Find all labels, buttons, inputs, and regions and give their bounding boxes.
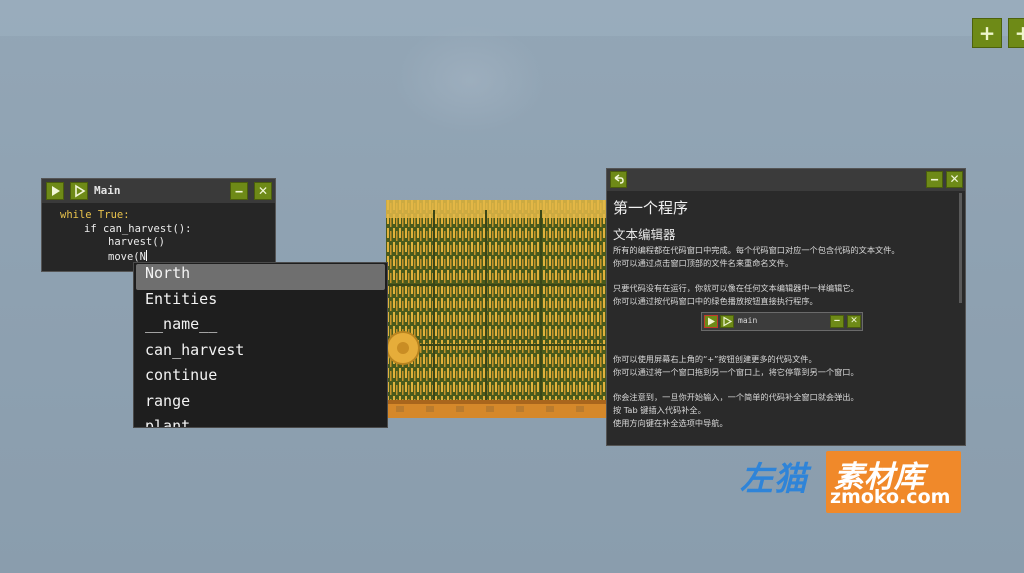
watermark-logo: 左猫 素材库 zmoko.com (738, 448, 968, 514)
back-arrow-icon (614, 174, 624, 184)
doc-text: 你可以使用屏幕右上角的“+”按钮创建更多的代码文件。 (613, 354, 817, 364)
play-outline-icon (75, 184, 86, 198)
watermark-text-left: 左猫 (740, 459, 808, 498)
example-step-button (720, 315, 734, 328)
plus-icon-2: + (1014, 21, 1024, 45)
sky-band (0, 0, 1024, 36)
farm-field (386, 200, 606, 418)
step-button[interactable] (70, 182, 88, 200)
autocomplete-popup[interactable]: North Entities __name__ can_harvest cont… (133, 262, 388, 428)
doc-text: 你会注意到，一旦你开始输入，一个简单的代码补全窗口就会弹出。 (613, 392, 859, 402)
autocomplete-item[interactable]: range (134, 392, 387, 418)
autocomplete-item[interactable]: plant (134, 417, 387, 427)
text-cursor (145, 249, 147, 261)
close-button[interactable]: ✕ (946, 171, 963, 188)
code-line-3: harvest() (108, 236, 165, 248)
example-code-window: main ‒ ✕ (701, 312, 863, 331)
example-run-button (704, 315, 718, 328)
docs-content: 第一个程序 文本编辑器 所有的编程都在代码窗口中完成。每个代码窗口对应一个包含代… (613, 197, 955, 430)
doc-text: 你可以通过将一个窗口拖到另一个窗口上，将它停靠到另一个窗口。 (613, 367, 859, 377)
doc-text: 所有的编程都在代码窗口中完成。每个代码窗口对应一个包含代码的文本文件。 (613, 245, 900, 255)
doc-text: 使用方向键在补全选项中导航。 (613, 418, 728, 428)
docs-window-titlebar[interactable]: ‒ ✕ (607, 169, 965, 191)
back-button[interactable] (610, 171, 627, 188)
close-icon: ✕ (257, 184, 269, 198)
autocomplete-item[interactable]: __name__ (134, 315, 387, 341)
doc-text: 只要代码没有在运行，你就可以像在任何文本编辑器中一样编辑它。 (613, 283, 859, 293)
play-filled-icon (52, 186, 60, 196)
scrollbar[interactable] (959, 193, 962, 303)
close-icon: ✕ (949, 172, 960, 186)
docs-window[interactable]: ‒ ✕ 第一个程序 文本编辑器 所有的编程都在代码窗口中完成。每个代码窗口对应一… (606, 168, 966, 446)
autocomplete-item[interactable]: North (136, 264, 385, 290)
minimize-icon: ‒ (930, 172, 939, 186)
minimize-button[interactable]: ‒ (230, 182, 248, 200)
doc-text: 你可以通过点击窗口顶部的文件名来重命名文件。 (613, 258, 794, 268)
autocomplete-item[interactable]: Entities (134, 290, 387, 316)
minimize-button[interactable]: ‒ (926, 171, 943, 188)
plus-icon: + (978, 21, 996, 45)
code-line-2: if can_harvest(): (84, 222, 192, 235)
toolbar-button-2[interactable]: + (1008, 18, 1024, 48)
run-button[interactable] (46, 182, 64, 200)
code-window[interactable]: Main ‒ ✕ while True: if can_harvest(): h… (41, 178, 276, 272)
watermark-domain: zmoko.com (830, 486, 951, 508)
play-outline-icon (723, 316, 733, 327)
sky-glow (395, 25, 545, 135)
minimize-icon: ‒ (234, 184, 244, 198)
example-window-title: main (738, 316, 758, 325)
doc-text: 你可以通过按代码窗口中的绿色播放按钮直接执行程序。 (613, 296, 818, 306)
doc-text: 按 Tab 键插入代码补全。 (613, 405, 706, 415)
example-minimize: ‒ (830, 315, 844, 328)
code-window-title[interactable]: Main (94, 184, 121, 197)
new-file-button[interactable]: + (972, 18, 1002, 48)
play-filled-icon (708, 317, 715, 326)
code-window-titlebar[interactable]: Main ‒ ✕ (42, 179, 275, 203)
code-line-4: move(N (108, 249, 147, 263)
doc-title: 第一个程序 (613, 199, 689, 217)
example-close: ✕ (847, 315, 861, 328)
doc-subtitle: 文本编辑器 (613, 227, 676, 242)
code-line-1: while True: (60, 209, 130, 221)
autocomplete-item[interactable]: continue (134, 366, 387, 392)
autocomplete-item[interactable]: can_harvest (134, 341, 387, 367)
code-editor[interactable]: while True: if can_harvest(): harvest() … (42, 203, 275, 263)
close-button[interactable]: ✕ (254, 182, 272, 200)
